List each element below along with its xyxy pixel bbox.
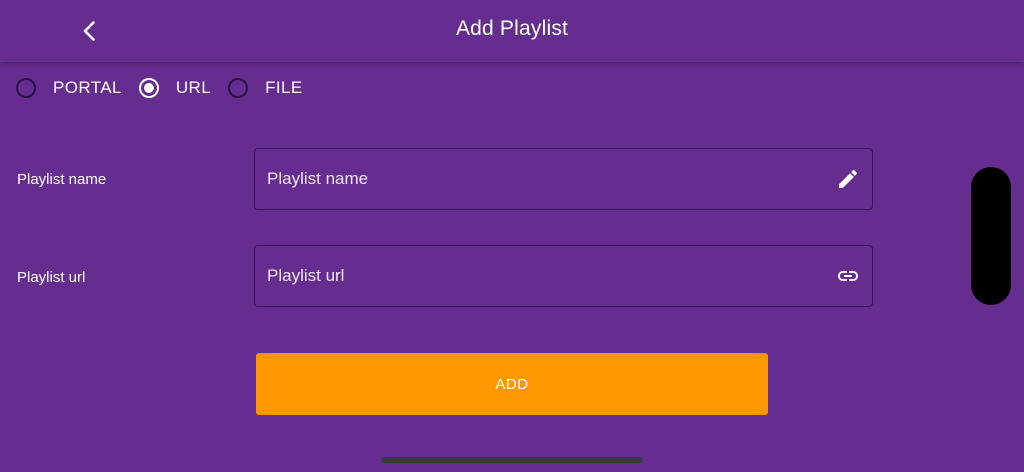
playlist-name-field[interactable] bbox=[254, 148, 873, 210]
playlist-url-field[interactable] bbox=[254, 245, 873, 307]
radio-option-url[interactable]: URL bbox=[138, 78, 212, 98]
playlist-name-label: Playlist name bbox=[17, 171, 107, 188]
radio-label-url: URL bbox=[175, 78, 212, 97]
radio-button-url[interactable] bbox=[138, 78, 159, 98]
radio-option-portal[interactable]: PORTAL bbox=[16, 78, 122, 98]
playlist-url-input[interactable] bbox=[267, 246, 807, 306]
radio-button-portal[interactable] bbox=[16, 78, 36, 98]
home-indicator bbox=[381, 457, 643, 463]
pencil-icon bbox=[839, 169, 858, 188]
source-type-radio-group: PORTAL URL FILE bbox=[16, 76, 320, 100]
radio-label-portal: PORTAL bbox=[53, 78, 122, 97]
radio-option-file[interactable]: FILE bbox=[228, 78, 303, 98]
add-playlist-screen: Add Playlist PORTAL URL FILE Playlist na… bbox=[0, 0, 1024, 472]
radio-label-file: FILE bbox=[265, 78, 303, 97]
add-button[interactable]: ADD bbox=[256, 353, 768, 415]
playlist-name-input[interactable] bbox=[267, 149, 807, 209]
page-title: Add Playlist bbox=[455, 17, 569, 40]
radio-button-file[interactable] bbox=[228, 78, 249, 98]
link-icon bbox=[838, 271, 858, 281]
scroll-handle[interactable] bbox=[971, 167, 1011, 305]
playlist-url-label: Playlist url bbox=[17, 269, 86, 286]
app-bar: Add Playlist bbox=[0, 0, 1024, 62]
